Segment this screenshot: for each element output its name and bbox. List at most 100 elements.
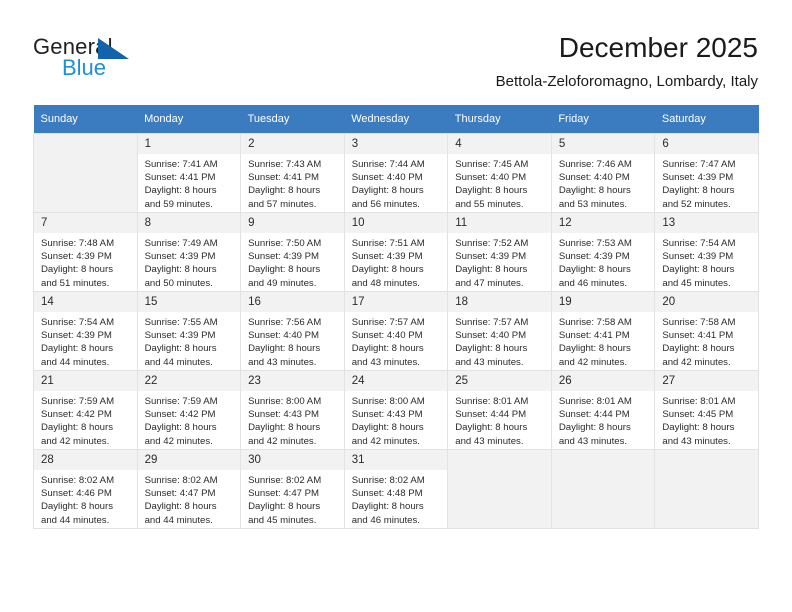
day-daylight-line2-text: and 42 minutes.	[144, 435, 213, 447]
day-details: Sunrise: 8:00 AM Sunset: 4:43 PM Daylight:…	[241, 391, 344, 448]
day-number: 19	[551, 292, 655, 312]
day-sunset-text: Sunset: 4:42 PM	[41, 409, 112, 421]
day-sunset-text: Sunset: 4:40 PM	[351, 172, 423, 184]
day-sunset-text: Sunset: 4:39 PM	[455, 251, 527, 263]
day-sunrise-text: Sunrise: 7:56 AM	[248, 317, 322, 328]
day-details: Sunrise: 8:02 AM Sunset: 4:46 PM Daylight:…	[34, 470, 137, 527]
day-sunrise-text: Sunrise: 7:52 AM	[455, 238, 529, 249]
calendar-day-cell[interactable]: 9 Sunrise: 7:50 AM Sunset: 4:39 PM Daylight…	[240, 212, 345, 292]
calendar-day-cell[interactable]: 4 Sunrise: 7:45 AM Sunset: 4:40 PM Daylight…	[447, 133, 552, 213]
day-sunrise-text: Sunrise: 8:02 AM	[351, 475, 425, 486]
day-sunrise-text: Sunrise: 7:51 AM	[351, 238, 425, 249]
day-number: 7	[34, 213, 137, 233]
day-details: Sunrise: 7:43 AM Sunset: 4:41 PM Daylight:…	[241, 154, 344, 211]
calendar-week-row: 28 Sunrise: 8:02 AM Sunset: 4:46 PM Dayligh…	[33, 449, 759, 529]
calendar-day-cell[interactable]: 19 Sunrise: 7:58 AM Sunset: 4:41 PM Dayligh…	[550, 291, 656, 371]
day-daylight-line2-text: and 48 minutes.	[351, 277, 420, 289]
calendar-day-cell[interactable]: 17 Sunrise: 7:57 AM Sunset: 4:40 PM Dayligh…	[343, 291, 449, 371]
day-daylight-line2-text: and 57 minutes.	[248, 198, 317, 210]
weekday-sunday: Sunday	[33, 105, 138, 134]
day-sunset-text: Sunset: 4:40 PM	[455, 330, 527, 342]
day-daylight-line1-text: Daylight: 8 hours	[662, 422, 735, 434]
day-daylight-line1-text: Daylight: 8 hours	[662, 185, 735, 197]
calendar-day-cell[interactable]: 26 Sunrise: 8:01 AM Sunset: 4:44 PM Dayligh…	[550, 370, 656, 450]
calendar-day-cell[interactable]: 29 Sunrise: 8:02 AM Sunset: 4:47 PM Dayligh…	[136, 449, 242, 529]
calendar-body: 1 Sunrise: 7:41 AM Sunset: 4:41 PM Daylight…	[33, 133, 759, 529]
calendar-day-cell[interactable]: 24 Sunrise: 8:00 AM Sunset: 4:43 PM Dayligh…	[343, 370, 449, 450]
day-details: Sunrise: 7:55 AM Sunset: 4:39 PM Daylight:…	[138, 312, 241, 369]
calendar-day-cell[interactable]: 11 Sunrise: 7:52 AM Sunset: 4:39 PM Dayligh…	[447, 212, 552, 292]
day-sunset-text: Sunset: 4:45 PM	[662, 409, 734, 421]
day-number: 22	[137, 371, 241, 391]
calendar-day-cell[interactable]: 23 Sunrise: 8:00 AM Sunset: 4:43 PM Dayligh…	[240, 370, 345, 450]
calendar-day-cell[interactable]: 21 Sunrise: 7:59 AM Sunset: 4:42 PM Dayligh…	[33, 370, 138, 450]
calendar-day-cell[interactable]: 27 Sunrise: 8:01 AM Sunset: 4:45 PM Dayligh…	[654, 370, 759, 450]
day-details: Sunrise: 7:57 AM Sunset: 4:40 PM Daylight:…	[448, 312, 551, 369]
day-sunset-text: Sunset: 4:41 PM	[248, 172, 320, 184]
day-daylight-line1-text: Daylight: 8 hours	[662, 343, 735, 355]
day-details: Sunrise: 7:48 AM Sunset: 4:39 PM Daylight:…	[34, 233, 137, 290]
day-details: Sunrise: 8:02 AM Sunset: 4:48 PM Daylight:…	[345, 470, 448, 527]
calendar-day-cell[interactable]: 5 Sunrise: 7:46 AM Sunset: 4:40 PM Daylight…	[550, 133, 656, 213]
day-daylight-line1-text: Daylight: 8 hours	[455, 185, 528, 197]
calendar-day-cell[interactable]: 3 Sunrise: 7:44 AM Sunset: 4:40 PM Daylight…	[343, 133, 449, 213]
day-number: 6	[655, 134, 758, 154]
calendar-day-cell[interactable]: 14 Sunrise: 7:54 AM Sunset: 4:39 PM Dayligh…	[33, 291, 138, 371]
day-daylight-line1-text: Daylight: 8 hours	[144, 343, 217, 355]
day-sunset-text: Sunset: 4:40 PM	[455, 172, 527, 184]
day-number: 1	[137, 134, 241, 154]
calendar-day-cell[interactable]: 6 Sunrise: 7:47 AM Sunset: 4:39 PM Daylight…	[654, 133, 759, 213]
calendar-day-cell[interactable]: 2 Sunrise: 7:43 AM Sunset: 4:41 PM Daylight…	[240, 133, 345, 213]
calendar-day-cell[interactable]: 16 Sunrise: 7:56 AM Sunset: 4:40 PM Dayligh…	[240, 291, 345, 371]
day-number: 3	[344, 134, 448, 154]
day-sunset-text: Sunset: 4:39 PM	[144, 330, 216, 342]
day-daylight-line2-text: and 53 minutes.	[558, 198, 628, 210]
day-details: Sunrise: 7:46 AM Sunset: 4:40 PM Daylight:…	[552, 154, 655, 211]
calendar-day-cell[interactable]: 18 Sunrise: 7:57 AM Sunset: 4:40 PM Dayligh…	[447, 291, 552, 371]
day-daylight-line1-text: Daylight: 8 hours	[351, 185, 424, 197]
calendar-day-cell[interactable]: 15 Sunrise: 7:55 AM Sunset: 4:39 PM Dayligh…	[136, 291, 242, 371]
day-daylight-line2-text: and 43 minutes.	[351, 356, 420, 368]
day-daylight-line2-text: and 42 minutes.	[41, 435, 110, 447]
day-number: 31	[344, 450, 448, 470]
day-daylight-line2-text: and 42 minutes.	[248, 435, 317, 447]
calendar-day-cell[interactable]: 12 Sunrise: 7:53 AM Sunset: 4:39 PM Dayligh…	[550, 212, 656, 292]
day-number: 8	[137, 213, 241, 233]
day-details: Sunrise: 8:02 AM Sunset: 4:47 PM Daylight:…	[241, 470, 344, 527]
day-daylight-line1-text: Daylight: 8 hours	[144, 501, 217, 513]
day-details: Sunrise: 8:00 AM Sunset: 4:43 PM Daylight:…	[345, 391, 448, 448]
day-sunrise-text: Sunrise: 8:02 AM	[41, 475, 115, 486]
day-sunset-text: Sunset: 4:41 PM	[144, 172, 216, 184]
day-number: 10	[344, 213, 448, 233]
calendar-day-cell[interactable]: 28 Sunrise: 8:02 AM Sunset: 4:46 PM Dayligh…	[33, 449, 138, 529]
day-sunrise-text: Sunrise: 7:45 AM	[455, 159, 529, 170]
calendar-day-cell[interactable]: 20 Sunrise: 7:58 AM Sunset: 4:41 PM Dayligh…	[654, 291, 759, 371]
calendar-day-cell[interactable]: 13 Sunrise: 7:54 AM Sunset: 4:39 PM Dayligh…	[654, 212, 759, 292]
day-number: 25	[448, 371, 551, 391]
general-blue-logo[interactable]: General Blue	[33, 34, 163, 82]
calendar-day-cell[interactable]: 25 Sunrise: 8:01 AM Sunset: 4:44 PM Dayligh…	[447, 370, 552, 450]
day-daylight-line1-text: Daylight: 8 hours	[41, 501, 113, 513]
calendar-day-cell[interactable]: 22 Sunrise: 7:59 AM Sunset: 4:42 PM Dayligh…	[136, 370, 242, 450]
day-details: Sunrise: 7:59 AM Sunset: 4:42 PM Daylight:…	[138, 391, 241, 448]
weekday-wednesday: Wednesday	[344, 105, 448, 134]
day-details: Sunrise: 7:49 AM Sunset: 4:39 PM Daylight:…	[138, 233, 241, 290]
calendar-day-cell[interactable]: 10 Sunrise: 7:51 AM Sunset: 4:39 PM Dayligh…	[343, 212, 449, 292]
calendar-day-cell[interactable]: 8 Sunrise: 7:49 AM Sunset: 4:39 PM Daylight…	[136, 212, 242, 292]
day-number: 20	[655, 292, 758, 312]
calendar-week-row: 7 Sunrise: 7:48 AM Sunset: 4:39 PM Daylight…	[33, 212, 759, 292]
day-details: Sunrise: 7:57 AM Sunset: 4:40 PM Daylight:…	[345, 312, 448, 369]
calendar-day-cell[interactable]: 31 Sunrise: 8:02 AM Sunset: 4:48 PM Dayligh…	[343, 449, 449, 529]
calendar-day-cell[interactable]: 7 Sunrise: 7:48 AM Sunset: 4:39 PM Daylight…	[33, 212, 138, 292]
day-number: 27	[655, 371, 758, 391]
calendar-day-cell[interactable]: 30 Sunrise: 8:02 AM Sunset: 4:47 PM Dayligh…	[240, 449, 345, 529]
day-sunrise-text: Sunrise: 7:41 AM	[144, 159, 218, 170]
day-sunset-text: Sunset: 4:40 PM	[351, 330, 423, 342]
day-sunrise-text: Sunrise: 7:55 AM	[144, 317, 218, 328]
calendar-day-cell[interactable]: 1 Sunrise: 7:41 AM Sunset: 4:41 PM Daylight…	[136, 133, 242, 213]
day-sunset-text: Sunset: 4:43 PM	[248, 409, 320, 421]
day-sunset-text: Sunset: 4:46 PM	[41, 488, 112, 500]
day-details: Sunrise: 7:45 AM Sunset: 4:40 PM Daylight:…	[448, 154, 551, 211]
day-number: 26	[551, 371, 655, 391]
day-number: 5	[551, 134, 655, 154]
